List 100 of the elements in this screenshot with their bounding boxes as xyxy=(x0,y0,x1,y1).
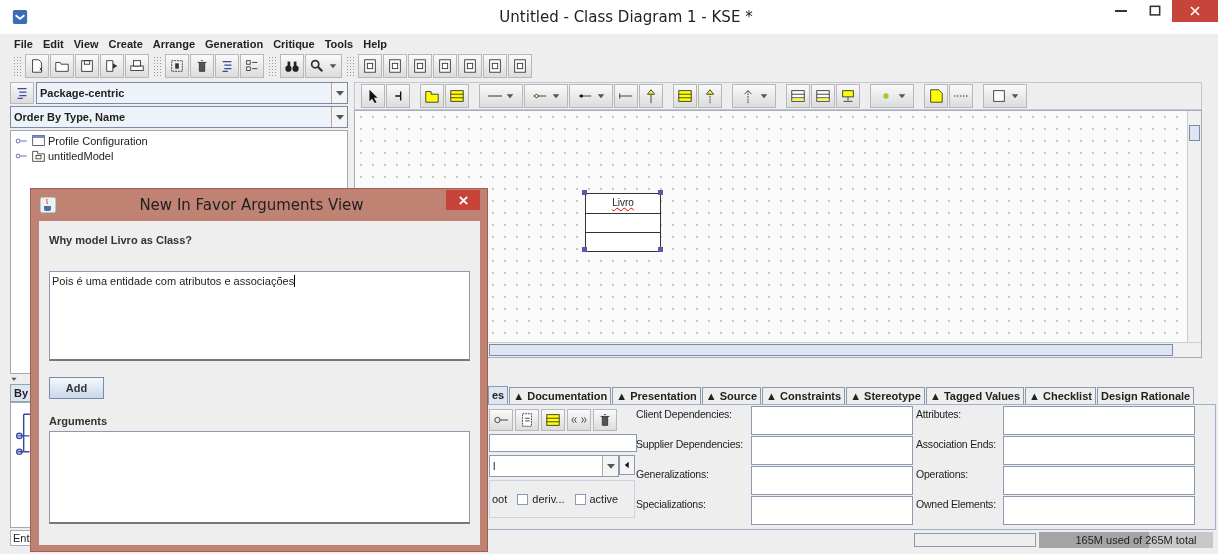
list-field[interactable] xyxy=(1003,406,1195,435)
paste-icon xyxy=(519,412,535,428)
class-name: Livro xyxy=(611,196,635,210)
toolbar-button[interactable] xyxy=(593,409,617,431)
vertical-scrollbar[interactable] xyxy=(1187,111,1201,342)
selection-handle[interactable] xyxy=(658,190,663,195)
list-field[interactable] xyxy=(751,436,913,465)
navigate-button[interactable] xyxy=(619,455,635,475)
caret-icon xyxy=(550,91,561,101)
rectangle-icon xyxy=(990,88,1007,104)
tab[interactable]: ▲ Documentation xyxy=(509,387,612,404)
toolbar-button[interactable] xyxy=(786,84,810,108)
close-button[interactable] xyxy=(446,190,480,210)
order-dropdown[interactable]: Order By Type, Name xyxy=(10,106,348,128)
list-field[interactable] xyxy=(1003,466,1195,495)
arguments-list[interactable] xyxy=(49,431,470,524)
class-icon xyxy=(815,88,831,104)
checkbox-label: deriv... xyxy=(532,493,565,505)
tab[interactable]: ▲ Checklist xyxy=(1025,387,1096,404)
list-field[interactable] xyxy=(751,466,913,495)
tab[interactable]: ▲ Presentation xyxy=(612,387,701,404)
tree-item[interactable]: Profile Configuration xyxy=(48,134,148,147)
list-field[interactable] xyxy=(1003,436,1195,465)
toolbar-button[interactable] xyxy=(305,54,342,78)
menu-item[interactable]: Arrange xyxy=(152,38,196,50)
toolbar-button[interactable] xyxy=(673,84,697,108)
toolbar-button[interactable] xyxy=(190,54,214,78)
list-field[interactable] xyxy=(751,406,913,435)
caret-icon xyxy=(328,61,338,71)
tab[interactable]: ▲ Tagged Values xyxy=(925,387,1025,404)
search-icon xyxy=(309,58,325,74)
toolbar-button[interactable] xyxy=(25,54,49,78)
tree-item[interactable]: untitledModel xyxy=(48,149,114,162)
list-field[interactable] xyxy=(1003,496,1195,525)
dotted-line-icon xyxy=(954,95,968,97)
field-label: Attributes: xyxy=(915,407,963,422)
toolbar-button[interactable] xyxy=(983,84,1027,108)
diagram-icon xyxy=(437,58,453,74)
minimize-icon xyxy=(1115,10,1127,12)
toolbar-button[interactable] xyxy=(836,84,860,108)
menu-item[interactable]: Edit xyxy=(42,38,64,50)
toolbar-button[interactable] xyxy=(386,84,410,108)
dropdown[interactable]: l xyxy=(489,455,619,477)
checkbox[interactable] xyxy=(574,493,586,505)
toolbar-button[interactable] xyxy=(165,54,189,78)
diagram-icon xyxy=(412,58,428,74)
toolbar-button[interactable] xyxy=(100,54,124,78)
text-field[interactable] xyxy=(489,434,637,452)
diagram-icon xyxy=(462,58,478,74)
tab[interactable]: ▲ Stereotype xyxy=(846,387,925,404)
toolbar-button[interactable] xyxy=(50,54,74,78)
arguments-label: Arguments xyxy=(49,415,109,427)
toolbar-button[interactable] xyxy=(811,84,835,108)
question-label: Why model Livro as Class? xyxy=(49,234,194,246)
caret-icon xyxy=(504,91,515,101)
toolbar-button[interactable] xyxy=(361,84,385,108)
menu-item[interactable]: Create xyxy=(108,38,143,50)
java-cup-icon xyxy=(39,196,57,214)
toolbar-button[interactable] xyxy=(408,54,432,78)
toolbar-button[interactable] xyxy=(508,54,532,78)
tab[interactable]: ▲ Source xyxy=(701,387,762,404)
perspective-button[interactable] xyxy=(10,82,34,104)
menu-item[interactable]: Generation xyxy=(205,38,264,50)
menu-item[interactable]: Critique xyxy=(273,38,315,50)
list-field[interactable] xyxy=(751,496,913,525)
tab[interactable]: Design Rationale xyxy=(1096,387,1195,404)
toolbar-button[interactable] xyxy=(483,54,507,78)
toolbar-button[interactable] xyxy=(240,54,264,78)
line-icon xyxy=(487,95,502,97)
toolbar-button[interactable] xyxy=(541,409,565,431)
toolbar-button[interactable] xyxy=(433,54,457,78)
menu-item[interactable]: View xyxy=(73,38,99,50)
menu-item[interactable]: File xyxy=(14,38,33,50)
close-icon xyxy=(1189,5,1201,17)
app-icon xyxy=(12,9,28,25)
toolbar-button[interactable] xyxy=(125,54,149,78)
tab[interactable]: ▲ Constraints xyxy=(762,387,846,404)
selection-handle[interactable] xyxy=(658,247,663,252)
toolbar-button[interactable] xyxy=(458,54,482,78)
selection-handle[interactable] xyxy=(582,190,587,195)
menu-item[interactable]: Tools xyxy=(324,38,354,50)
selection-handle[interactable] xyxy=(582,247,587,252)
toolbar-button[interactable] xyxy=(358,54,382,78)
toolbar-button[interactable] xyxy=(383,54,407,78)
tab[interactable]: es xyxy=(488,386,509,404)
toolbar-button[interactable] xyxy=(75,54,99,78)
toolbar-button[interactable] xyxy=(280,54,304,78)
dashed-box-icon xyxy=(169,58,185,74)
field-label: Client Dependencies: xyxy=(635,407,733,422)
toolbar-button[interactable] xyxy=(445,84,469,108)
diagram-icon xyxy=(487,58,503,74)
class-box[interactable]: Livro xyxy=(585,193,661,252)
caret-icon xyxy=(896,91,907,101)
answer-box[interactable]: Pois é uma entidade com atributos e associações xyxy=(49,271,470,361)
perspective-dropdown[interactable]: Package-centric xyxy=(36,82,348,104)
field-label: Supplier Dependencies: xyxy=(635,437,745,452)
menu-item[interactable]: Help xyxy=(363,38,388,50)
add-button[interactable]: Add xyxy=(49,377,104,399)
toolbar-button[interactable] xyxy=(215,54,239,78)
checkbox[interactable] xyxy=(517,493,529,505)
